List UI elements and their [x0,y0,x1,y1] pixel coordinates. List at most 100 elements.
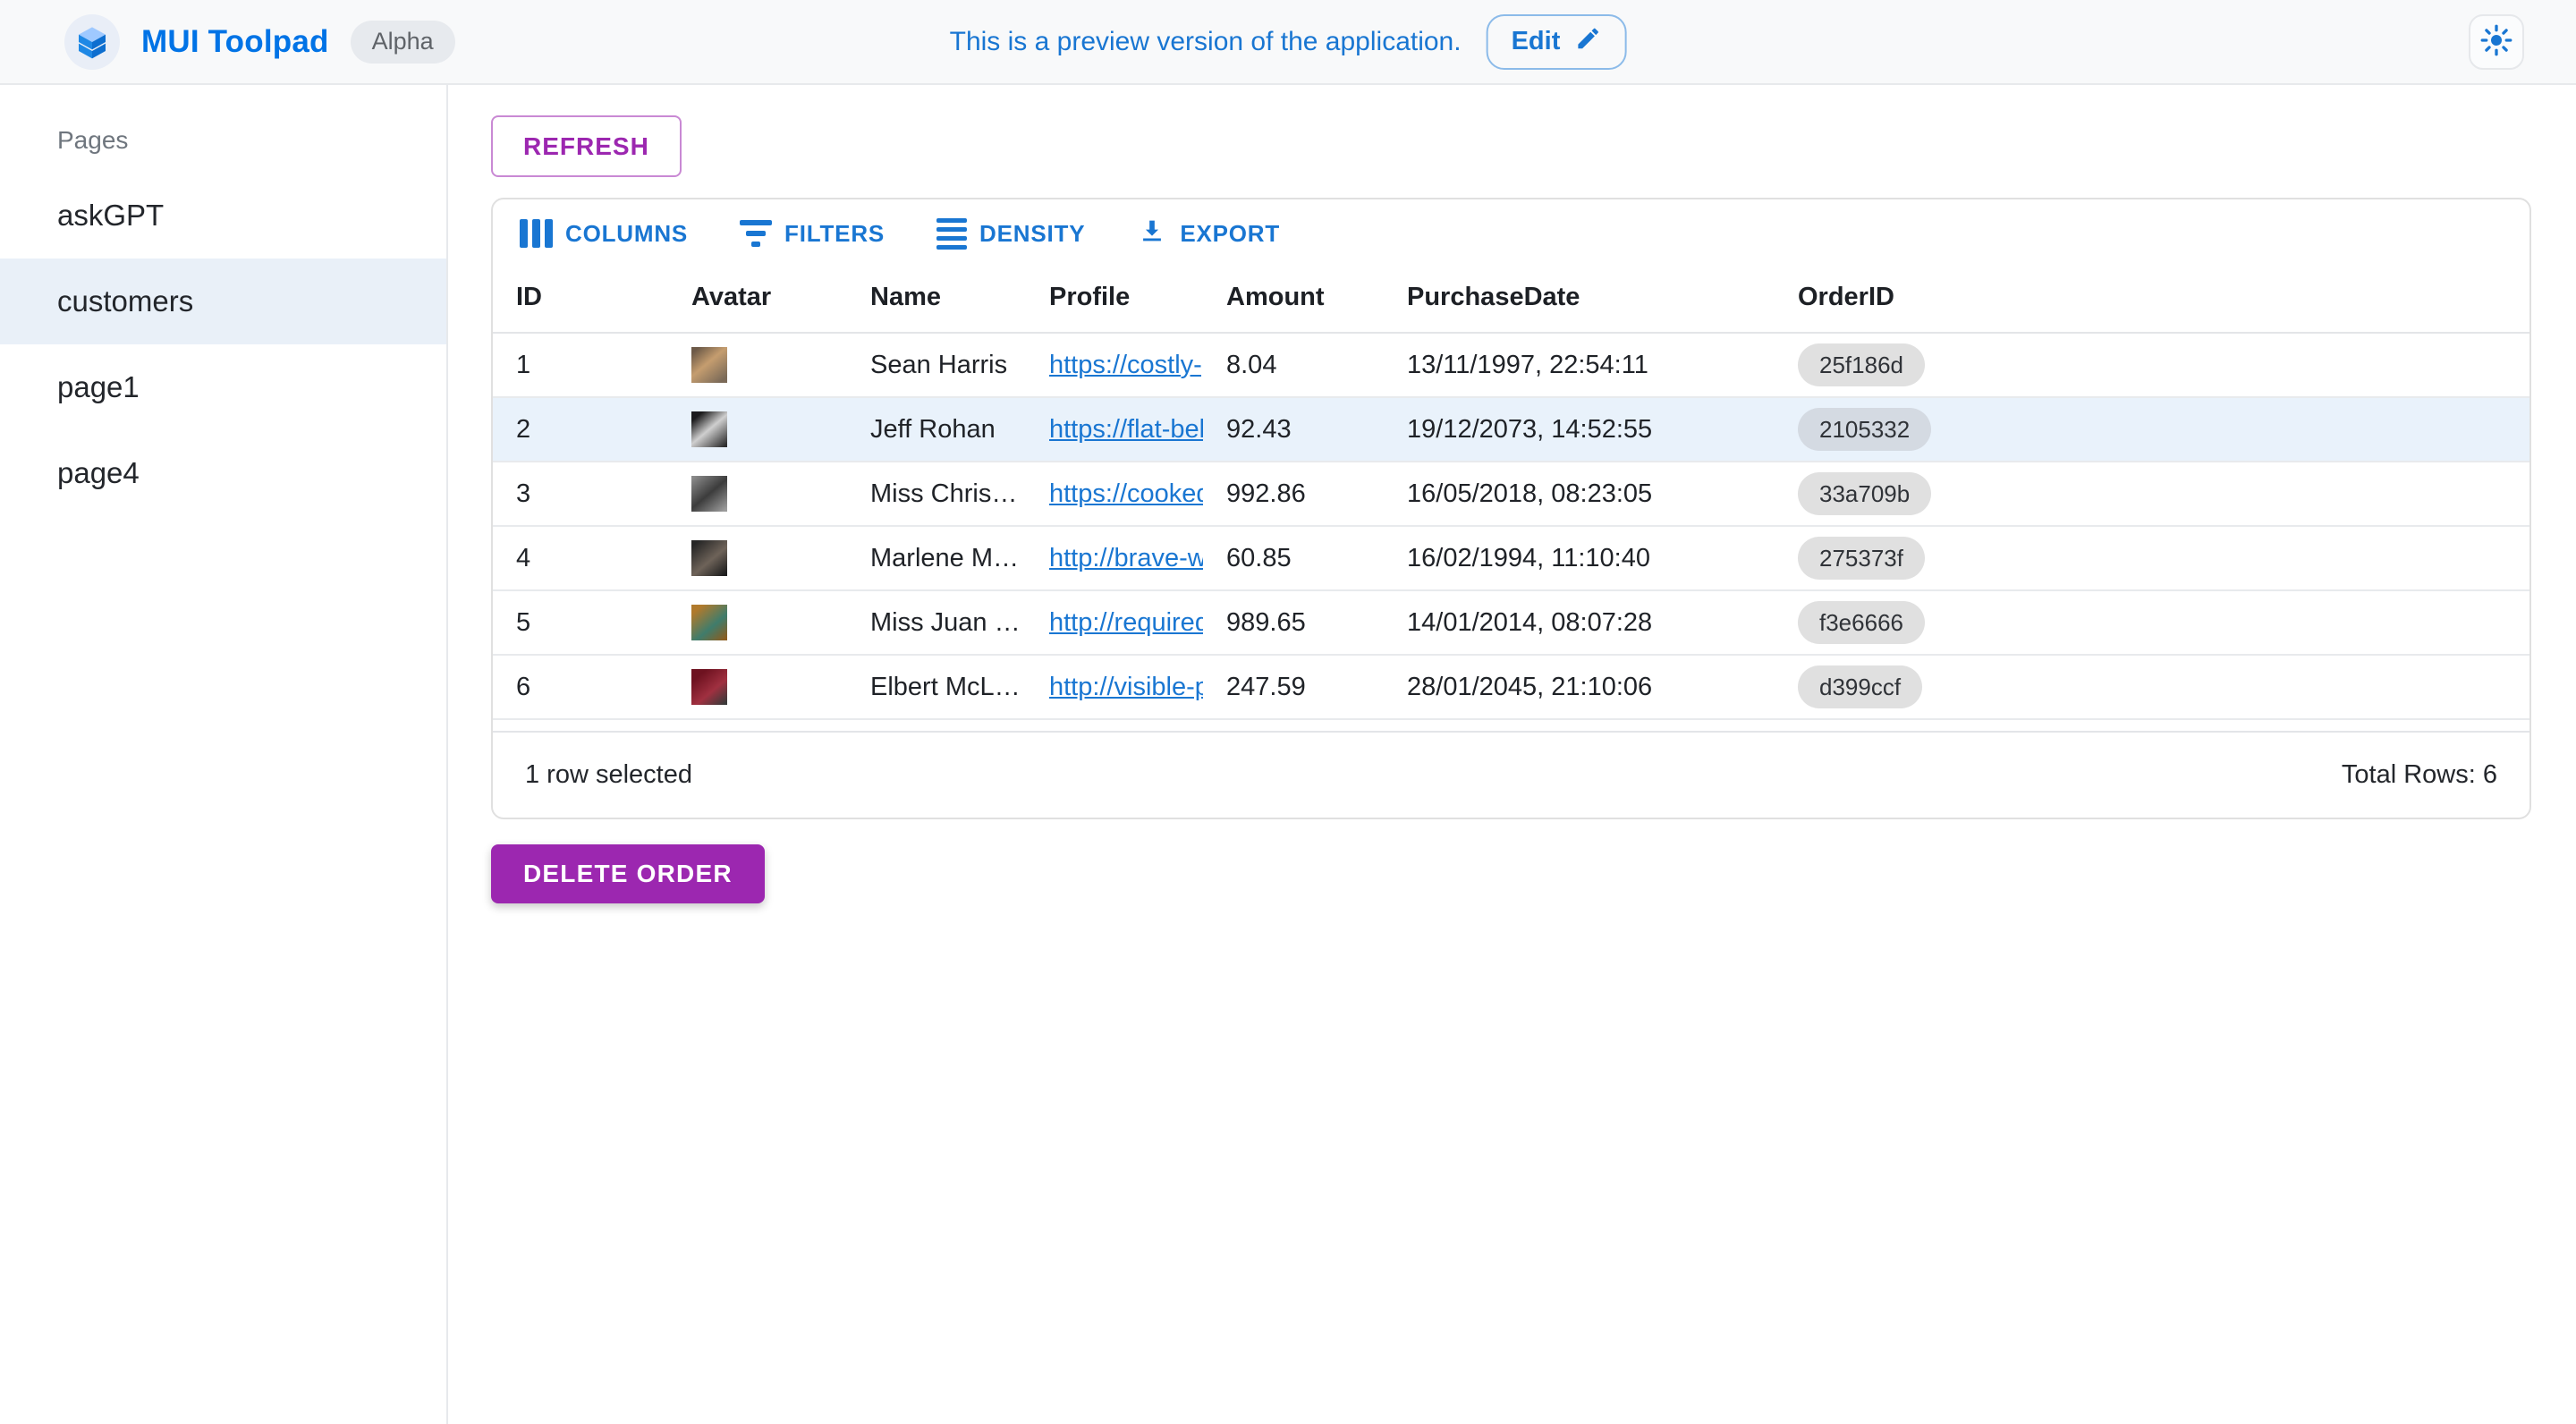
sidebar-item-label: page1 [57,370,140,404]
column-header-amount[interactable]: Amount [1203,283,1384,312]
cell-profile: http://required [1026,608,1203,638]
cell-avatar [668,605,847,640]
download-icon [1137,216,1167,252]
pencil-icon [1574,25,1601,59]
cell-profile: http://brave-we [1026,544,1203,573]
sidebar-item-label: askGPT [57,199,164,233]
delete-order-button[interactable]: DELETE ORDER [491,844,765,903]
orderid-chip-label: 2105332 [1819,416,1910,444]
sidebar-item-label: page4 [57,456,140,490]
column-header-name[interactable]: Name [847,283,1026,312]
grid-toolbar: COLUMNS FILTERS DENSITY EXPORT [493,199,2529,262]
orderid-chip-label: 33a709b [1819,480,1910,508]
grid-header-row: ID Avatar Name Profile Amount PurchaseDa… [493,262,2529,334]
profile-link[interactable]: https://cooked [1049,479,1203,508]
sidebar: Pages askGPT customers page1 page4 [0,85,448,1424]
filter-icon [740,220,772,247]
cell-profile: https://cooked [1026,479,1203,509]
edit-button[interactable]: Edit [1487,14,1627,70]
orderid-chip: 2105332 [1798,408,1931,451]
filters-button-label: FILTERS [784,220,885,248]
sidebar-nav-list: askGPT customers page1 page4 [0,173,446,516]
sun-icon [2480,24,2512,59]
orderid-chip-label: d399ccf [1819,674,1901,701]
profile-link[interactable]: https://flat-bel [1049,415,1203,444]
orderid-chip: 25f186d [1798,343,1925,386]
table-row[interactable]: 6 Elbert McL… http://visible-p 247.59 28… [493,656,2529,720]
cell-amount: 247.59 [1203,673,1384,702]
columns-icon [520,219,553,248]
theme-toggle-button[interactable] [2469,14,2524,70]
cell-orderid: d399ccf [1775,665,1996,708]
orderid-chip: 33a709b [1798,472,1931,515]
grid-rows: 1 Sean Harris https://costly-p 8.04 13/1… [493,334,2529,720]
orderid-chip: d399ccf [1798,665,1922,708]
cell-purchasedate: 19/12/2073, 14:52:55 [1384,415,1775,445]
cell-name: Miss Chris… [847,479,1026,509]
sidebar-item[interactable]: askGPT [0,173,446,259]
grid-footer: 1 row selected Total Rows: 6 [493,731,2529,818]
cell-name: Sean Harris [847,351,1026,380]
preview-message: This is a preview version of the applica… [950,27,1462,57]
sidebar-item[interactable]: page1 [0,344,446,430]
app-bar: MUI Toolpad Alpha This is a preview vers… [0,0,2576,85]
selection-count: 1 row selected [525,760,692,790]
avatar-image [691,411,727,447]
app-title: MUI Toolpad [141,24,329,60]
cell-purchasedate: 13/11/1997, 22:54:11 [1384,351,1775,380]
avatar-image [691,669,727,705]
density-button[interactable]: DENSITY [924,209,1097,259]
cell-orderid: 25f186d [1775,343,1996,386]
cell-orderid: 33a709b [1775,472,1996,515]
table-row[interactable]: 1 Sean Harris https://costly-p 8.04 13/1… [493,334,2529,398]
cell-amount: 92.43 [1203,415,1384,445]
avatar-image [691,605,727,640]
orderid-chip: 275373f [1798,537,1925,580]
cell-profile: http://visible-p [1026,673,1203,702]
cell-amount: 992.86 [1203,479,1384,509]
cell-amount: 8.04 [1203,351,1384,380]
orderid-chip-label: 275373f [1819,545,1903,572]
cell-id: 1 [493,351,668,380]
table-row[interactable]: 2 Jeff Rohan https://flat-bel 92.43 19/1… [493,398,2529,462]
profile-link[interactable]: http://required [1049,608,1203,637]
total-rows: Total Rows: 6 [2342,760,2497,790]
cell-purchasedate: 16/02/1994, 11:10:40 [1384,544,1775,573]
cell-orderid: 2105332 [1775,408,1996,451]
cell-id: 6 [493,673,668,702]
column-header-avatar[interactable]: Avatar [668,283,847,312]
columns-button[interactable]: COLUMNS [507,210,700,257]
orderid-chip: f3e6666 [1798,601,1925,644]
column-header-profile[interactable]: Profile [1026,283,1203,312]
profile-link[interactable]: https://costly-p [1049,351,1203,379]
refresh-button[interactable]: REFRESH [491,115,682,177]
profile-link[interactable]: http://brave-we [1049,544,1203,572]
export-button[interactable]: EXPORT [1124,207,1292,261]
cell-name: Elbert McL… [847,673,1026,702]
table-row[interactable]: 4 Marlene M… http://brave-we 60.85 16/02… [493,527,2529,591]
cell-avatar [668,347,847,383]
cell-avatar [668,476,847,512]
filters-button[interactable]: FILTERS [727,211,897,257]
sidebar-item[interactable]: page4 [0,430,446,516]
cell-profile: https://flat-bel [1026,415,1203,445]
grid-scroll-filler [493,720,2529,731]
column-header-purchasedate[interactable]: PurchaseDate [1384,283,1775,312]
table-row[interactable]: 3 Miss Chris… https://cooked 992.86 16/0… [493,462,2529,527]
data-grid: COLUMNS FILTERS DENSITY EXPORT [491,198,2531,819]
sidebar-item[interactable]: customers [0,259,446,344]
cell-id: 4 [493,544,668,573]
column-header-orderid[interactable]: OrderID [1775,283,1996,312]
cell-avatar [668,540,847,576]
cell-purchasedate: 14/01/2014, 08:07:28 [1384,608,1775,638]
edit-button-label: Edit [1512,27,1561,56]
density-icon [936,218,967,250]
avatar-image [691,347,727,383]
orderid-chip-label: f3e6666 [1819,609,1903,637]
export-button-label: EXPORT [1180,220,1280,248]
profile-link[interactable]: http://visible-p [1049,673,1203,701]
cell-id: 3 [493,479,668,509]
table-row[interactable]: 5 Miss Juan … http://required 989.65 14/… [493,591,2529,656]
main-content: REFRESH COLUMNS FILTERS DENSITY [448,85,2576,1424]
column-header-id[interactable]: ID [493,283,668,312]
